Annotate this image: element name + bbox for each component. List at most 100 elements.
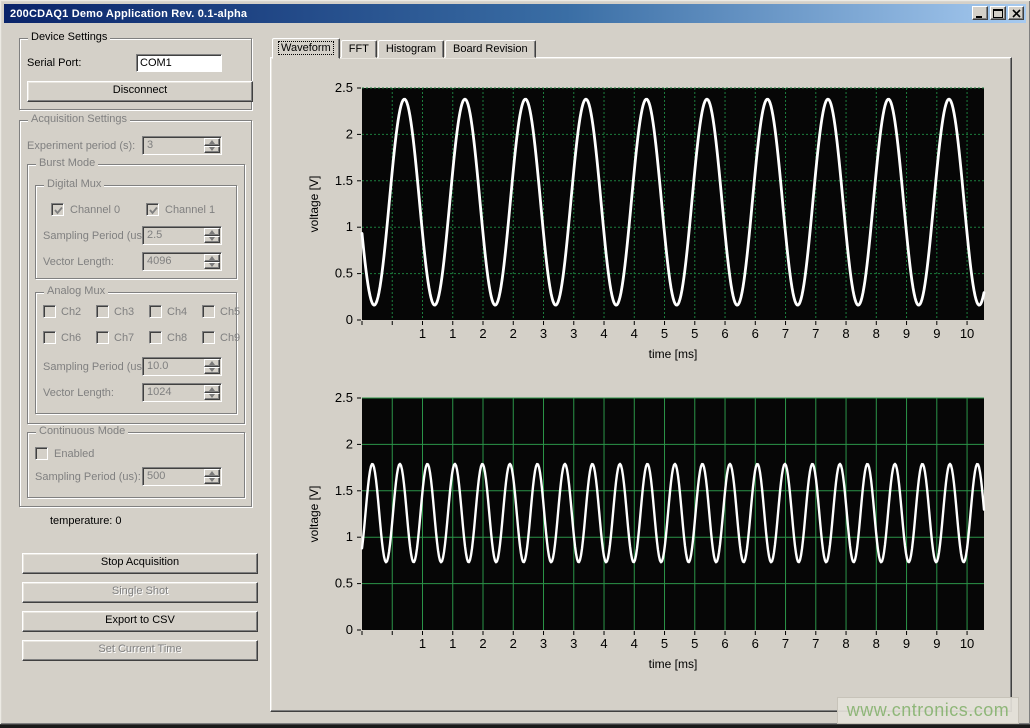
app-window: 200CDAQ1 Demo Application Rev. 0.1-alpha…: [0, 0, 1030, 725]
spin-down-icon[interactable]: [204, 236, 220, 244]
channel1-checkbox[interactable]: [146, 203, 159, 216]
svg-text:2: 2: [510, 636, 517, 651]
tab-board-revision-label: Board Revision: [453, 43, 528, 55]
svg-text:4: 4: [600, 326, 607, 341]
tab-histogram[interactable]: Histogram: [378, 40, 444, 58]
spin-up-icon[interactable]: [204, 385, 220, 393]
svg-text:4: 4: [631, 636, 638, 651]
spin-up-icon[interactable]: [204, 469, 220, 477]
svg-text:6: 6: [752, 636, 759, 651]
continuous-sampling-period-spinner: [204, 469, 220, 484]
svg-text:4: 4: [600, 636, 607, 651]
analog-vector-length-label: Vector Length:: [43, 387, 114, 399]
serial-port-input[interactable]: [136, 54, 222, 72]
tab-board-revision[interactable]: Board Revision: [445, 40, 536, 58]
continuous-enabled-checkbox[interactable]: [35, 447, 48, 460]
minimize-button[interactable]: [972, 6, 988, 20]
svg-text:6: 6: [721, 636, 728, 651]
ch7-label: Ch7: [114, 332, 134, 344]
svg-text:2.5: 2.5: [335, 82, 353, 95]
svg-text:voltage [V]: voltage [V]: [307, 486, 321, 543]
continuous-mode-group: Continuous Mode: [27, 432, 245, 498]
export-to-csv-label: Export to CSV: [105, 614, 175, 626]
check-icon: [148, 205, 159, 216]
ch2-checkbox[interactable]: [43, 305, 56, 318]
svg-text:2: 2: [510, 326, 517, 341]
single-shot-button[interactable]: Single Shot: [22, 582, 258, 603]
waveform-chart-bottom: 1122334455667788991000.511.522.5time [ms…: [304, 392, 990, 679]
ch2-label: Ch2: [61, 306, 81, 318]
svg-text:3: 3: [540, 636, 547, 651]
svg-text:2: 2: [346, 436, 353, 451]
continuous-mode-group-label: Continuous Mode: [36, 425, 128, 437]
tab-histogram-label: Histogram: [386, 43, 436, 55]
maximize-button[interactable]: [990, 6, 1006, 20]
svg-text:7: 7: [782, 636, 789, 651]
watermark-box: www.cntronics.com: [838, 698, 1018, 723]
svg-text:5: 5: [661, 326, 668, 341]
digital-vector-length-value: 4096: [147, 255, 171, 267]
ch6-label: Ch6: [61, 332, 81, 344]
minimize-icon: [975, 9, 985, 18]
ch5-checkbox[interactable]: [202, 305, 215, 318]
analog-sampling-period-field[interactable]: 10.0: [142, 357, 222, 376]
tab-fft[interactable]: FFT: [341, 40, 377, 58]
ch8-checkbox[interactable]: [149, 331, 162, 344]
ch3-checkbox[interactable]: [96, 305, 109, 318]
titlebar[interactable]: 200CDAQ1 Demo Application Rev. 0.1-alpha: [4, 4, 1026, 23]
channel0-checkbox[interactable]: [51, 203, 64, 216]
ch7-checkbox[interactable]: [96, 331, 109, 344]
spin-down-icon[interactable]: [204, 393, 220, 401]
svg-text:1.5: 1.5: [335, 483, 353, 498]
svg-text:8: 8: [842, 636, 849, 651]
tab-waveform[interactable]: Waveform: [272, 38, 340, 59]
continuous-sampling-period-field[interactable]: 500: [142, 467, 222, 486]
svg-text:2.5: 2.5: [335, 392, 353, 405]
disconnect-button[interactable]: Disconnect: [27, 81, 253, 102]
spin-down-icon[interactable]: [204, 262, 220, 270]
analog-sampling-period-label: Sampling Period (us):: [43, 361, 149, 373]
experiment-period-field[interactable]: 3: [142, 136, 222, 155]
stop-acquisition-label: Stop Acquisition: [101, 556, 179, 568]
analog-vector-length-spinner: [204, 385, 220, 400]
set-current-time-button[interactable]: Set Current Time: [22, 640, 258, 661]
digital-sampling-period-value: 2.5: [147, 229, 162, 241]
spin-down-icon[interactable]: [204, 477, 220, 485]
svg-text:2: 2: [479, 326, 486, 341]
spin-up-icon[interactable]: [204, 359, 220, 367]
ch6-checkbox[interactable]: [43, 331, 56, 344]
svg-text:1: 1: [346, 529, 353, 544]
spin-up-icon[interactable]: [204, 138, 220, 146]
spin-up-icon[interactable]: [204, 228, 220, 236]
analog-vector-length-field[interactable]: 1024: [142, 383, 222, 402]
analog-sampling-period-spinner: [204, 359, 220, 374]
digital-sampling-period-label: Sampling Period (us):: [43, 230, 149, 242]
digital-sampling-period-field[interactable]: 2.5: [142, 226, 222, 245]
svg-text:time [ms]: time [ms]: [649, 657, 698, 671]
spin-down-icon[interactable]: [204, 146, 220, 154]
svg-text:0: 0: [346, 312, 353, 327]
svg-text:5: 5: [661, 636, 668, 651]
titlebar-buttons: [970, 6, 1024, 20]
svg-text:4: 4: [631, 326, 638, 341]
svg-text:9: 9: [903, 636, 910, 651]
ch5-label: Ch5: [220, 306, 240, 318]
close-button[interactable]: [1008, 6, 1024, 20]
spin-up-icon[interactable]: [204, 254, 220, 262]
stop-acquisition-button[interactable]: Stop Acquisition: [22, 553, 258, 574]
svg-text:voltage [V]: voltage [V]: [307, 176, 321, 233]
analog-sampling-period-value: 10.0: [147, 360, 168, 372]
svg-text:9: 9: [903, 326, 910, 341]
spin-down-icon[interactable]: [204, 367, 220, 375]
waveform-chart-top: 1122334455667788991000.511.522.5time [ms…: [304, 82, 990, 369]
ch4-checkbox[interactable]: [149, 305, 162, 318]
digital-vector-length-spinner: [204, 254, 220, 269]
disconnect-button-label: Disconnect: [113, 84, 167, 96]
digital-vector-length-field[interactable]: 4096: [142, 252, 222, 271]
svg-text:10: 10: [960, 636, 974, 651]
watermark-text: www.cntronics.com: [847, 700, 1010, 721]
tabstrip: Waveform FFT Histogram Board Revision: [272, 37, 537, 58]
ch9-checkbox[interactable]: [202, 331, 215, 344]
export-to-csv-button[interactable]: Export to CSV: [22, 611, 258, 632]
svg-text:6: 6: [752, 326, 759, 341]
